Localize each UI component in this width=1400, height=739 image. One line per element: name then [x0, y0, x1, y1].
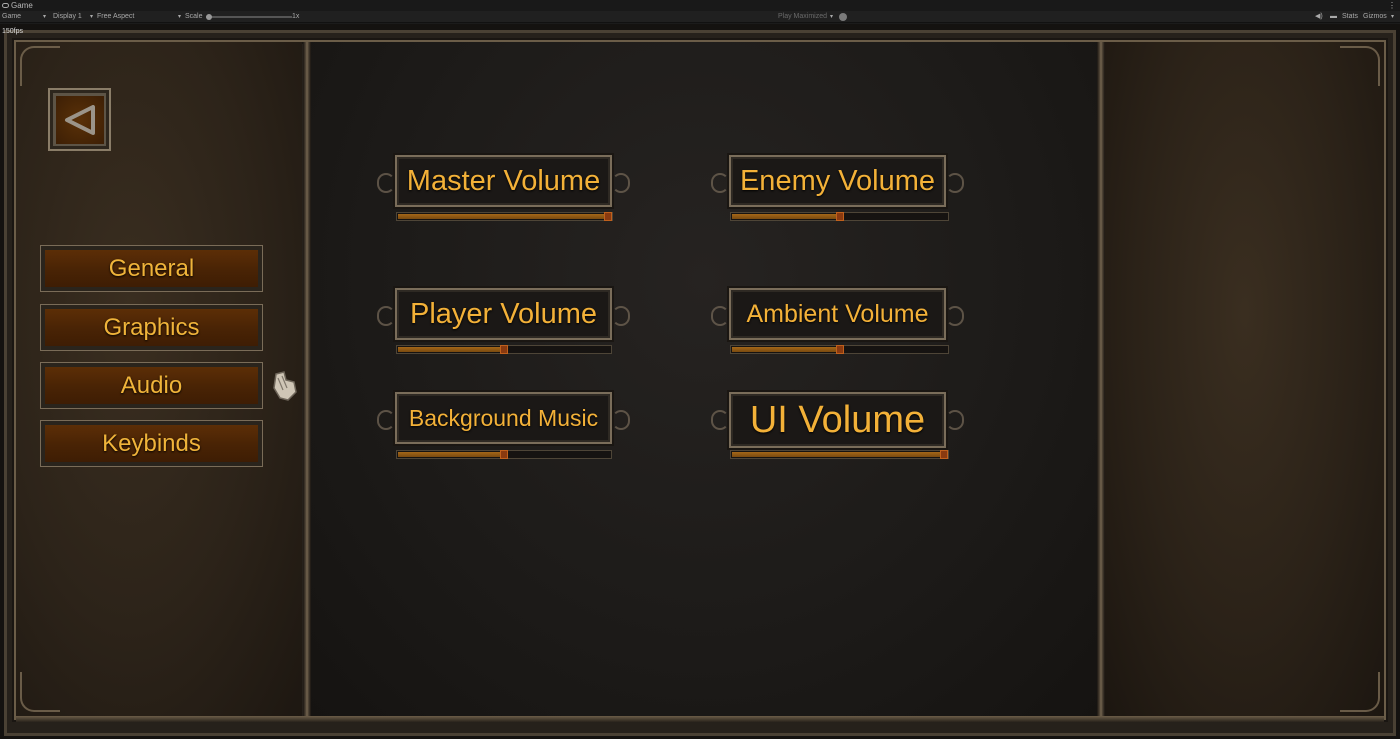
- aspect-dropdown[interactable]: Free Aspect ▾: [95, 11, 181, 23]
- gamepad-icon: [2, 3, 9, 8]
- enemy-volume-slider[interactable]: [730, 212, 949, 221]
- ornament-right-icon: [612, 306, 630, 326]
- dropdown-arrow-icon: ▾: [89, 14, 93, 20]
- dropdown-arrow-icon: ▾: [42, 14, 46, 20]
- background-music-label: Background Music: [377, 392, 630, 444]
- editor-tab-strip: Game ⋮: [0, 0, 1400, 11]
- divider-right: [1097, 42, 1105, 718]
- scale-slider-knob[interactable]: [206, 14, 212, 20]
- ornament-left-icon: [711, 410, 729, 430]
- ornament-left-icon: [711, 173, 729, 193]
- enemy-volume-text: Enemy Volume: [739, 164, 936, 197]
- sidebar-item-graphics[interactable]: Graphics: [40, 304, 263, 351]
- slider-handle[interactable]: [604, 212, 612, 221]
- master-volume-label: Master Volume: [377, 155, 630, 207]
- sidebar-item-general[interactable]: General: [40, 245, 263, 292]
- game-tab-title: Game: [11, 1, 33, 10]
- slider-handle[interactable]: [500, 450, 508, 459]
- back-arrow-icon: [64, 104, 95, 135]
- ornament-left-icon: [711, 306, 729, 326]
- sidebar-item-label: General: [108, 254, 195, 282]
- more-options-icon[interactable]: ⋮: [1388, 0, 1396, 11]
- slider-fill: [398, 452, 501, 457]
- game-dropdown-label: Game: [2, 13, 22, 20]
- ornament-left-icon: [377, 306, 395, 326]
- background-music-text: Background Music: [408, 404, 599, 431]
- ornament-right-icon: [946, 306, 964, 326]
- slider-fill: [398, 347, 501, 352]
- ambient-volume-text: Ambient Volume: [746, 299, 929, 328]
- ambient-volume-slider[interactable]: [730, 345, 949, 354]
- divider-left: [303, 42, 311, 718]
- ui-volume-label: UI Volume: [711, 392, 964, 448]
- gauntlet-cursor-icon: [273, 371, 297, 401]
- sidebar-item-keybinds[interactable]: Keybinds: [40, 420, 263, 467]
- ornament-right-icon: [946, 173, 964, 193]
- slider-handle[interactable]: [836, 212, 844, 221]
- corner-ornament-icon: [20, 672, 60, 712]
- stats-button[interactable]: Stats: [1342, 11, 1358, 23]
- ornament-left-icon: [377, 410, 395, 430]
- audio-settings-panel: [311, 42, 1097, 718]
- player-volume-label: Player Volume: [377, 288, 630, 340]
- slider-fill: [398, 214, 605, 219]
- slider-handle[interactable]: [836, 345, 844, 354]
- player-volume-slider[interactable]: [396, 345, 612, 354]
- frame-bottom-edge: [16, 716, 1384, 722]
- scale-label: Scale: [185, 13, 203, 20]
- ui-volume-slider[interactable]: [730, 450, 949, 459]
- sidebar-item-label: Graphics: [103, 313, 200, 341]
- scale-value: 1x: [292, 13, 300, 20]
- sidebar-item-audio[interactable]: Audio: [40, 362, 263, 409]
- game-dropdown[interactable]: Game ▾: [0, 11, 46, 23]
- master-volume-text: Master Volume: [406, 164, 601, 197]
- ornament-right-icon: [946, 410, 964, 430]
- stats-icon: ▬: [1330, 13, 1337, 20]
- back-button[interactable]: [48, 88, 111, 151]
- dropdown-arrow-icon: ▾: [830, 14, 834, 20]
- speaker-icon[interactable]: ◀): [1315, 11, 1323, 23]
- game-tab[interactable]: Game: [2, 0, 33, 11]
- gizmos-dropdown-arrow-icon[interactable]: ▾: [1391, 11, 1394, 23]
- background-music-slider[interactable]: [396, 450, 612, 459]
- display-dropdown-label: Display 1: [53, 13, 82, 20]
- right-decorative-panel: [1105, 42, 1384, 718]
- sidebar-item-label: Audio: [120, 371, 183, 399]
- ornament-right-icon: [612, 410, 630, 430]
- aspect-dropdown-label: Free Aspect: [97, 13, 135, 20]
- master-volume-slider[interactable]: [396, 212, 613, 221]
- scale-slider-track[interactable]: [206, 16, 292, 18]
- gizmos-button[interactable]: Gizmos: [1363, 11, 1387, 23]
- ornament-right-icon: [612, 173, 630, 193]
- slider-fill: [732, 214, 837, 219]
- corner-ornament-icon: [20, 46, 60, 86]
- corner-ornament-icon: [1340, 46, 1380, 86]
- ui-volume-text: UI Volume: [749, 398, 926, 441]
- enemy-volume-label: Enemy Volume: [711, 155, 964, 207]
- slider-handle[interactable]: [500, 345, 508, 354]
- game-view-toolbar: Game ▾ Display 1 ▾ Free Aspect ▾ Scale 1x P…: [0, 11, 1400, 23]
- corner-ornament-icon: [1340, 672, 1380, 712]
- play-maximized-toggle[interactable]: Play Maximized: [778, 11, 827, 23]
- ambient-volume-label: Ambient Volume: [711, 288, 964, 340]
- display-dropdown[interactable]: Display 1 ▾: [51, 11, 93, 23]
- slider-fill: [732, 347, 837, 352]
- slider-handle[interactable]: [940, 450, 948, 459]
- ornament-left-icon: [377, 173, 395, 193]
- dropdown-arrow-icon: ▾: [177, 14, 181, 20]
- mute-audio-icon[interactable]: [839, 13, 847, 21]
- player-volume-text: Player Volume: [410, 297, 597, 330]
- slider-fill: [732, 452, 941, 457]
- fps-counter: 150fps: [2, 28, 24, 35]
- sidebar-item-label: Keybinds: [102, 429, 201, 457]
